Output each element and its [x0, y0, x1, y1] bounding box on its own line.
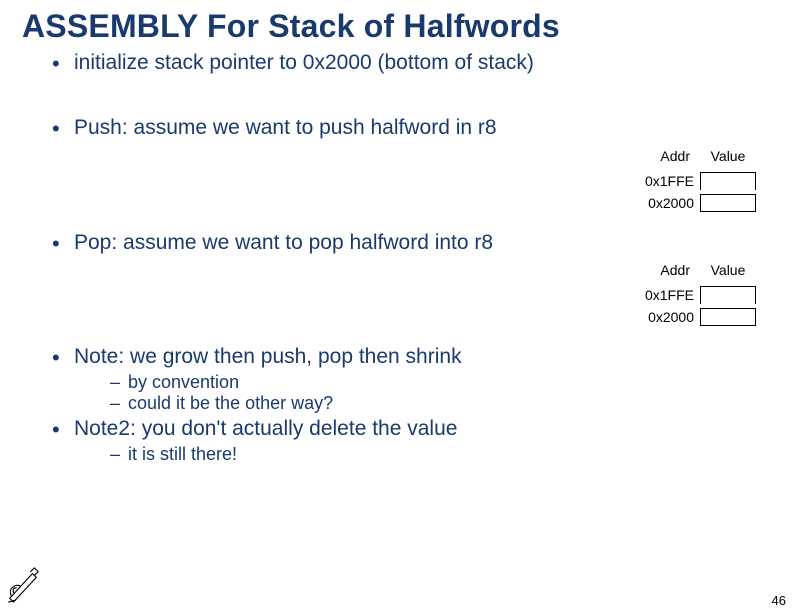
sub-stillthere: it is still there! — [110, 444, 770, 465]
page-number: 46 — [772, 593, 786, 608]
addr-cell: 0x2000 — [638, 309, 700, 325]
slide-title: ASSEMBLY For Stack of Halfwords — [0, 0, 792, 45]
value-cell — [700, 286, 756, 304]
bullet-note2-text: Note2: you don't actually delete the val… — [74, 417, 457, 440]
sub-otherway: could it be the other way? — [110, 393, 770, 414]
sublist-note2: it is still there! — [74, 444, 770, 465]
table-row: 0x2000 — [638, 306, 756, 328]
value-cell — [700, 172, 756, 190]
addr-cell: 0x2000 — [638, 195, 700, 211]
bullet-list-pop: Pop: assume we want to pop halfword into… — [22, 231, 770, 256]
sublist-note1: by convention could it be the other way? — [74, 372, 770, 413]
sub-convention: by convention — [110, 372, 770, 393]
writing-hand-icon — [4, 564, 42, 604]
bullet-init: initialize stack pointer to 0x2000 (bott… — [52, 51, 770, 76]
table-row: 0x2000 — [638, 192, 756, 214]
table-row: 0x1FFE — [638, 284, 756, 306]
bullet-list-push: Push: assume we want to push halfword in… — [22, 116, 770, 141]
bullet-note1: Note: we grow then push, pop then shrink… — [52, 345, 770, 413]
table-header-value: Value — [700, 262, 756, 278]
table-header-addr: Addr — [638, 148, 700, 164]
table-header-value: Value — [700, 148, 756, 164]
table-header-addr: Addr — [638, 262, 700, 278]
bullet-list-notes: Note: we grow then push, pop then shrink… — [22, 345, 770, 465]
bullet-push: Push: assume we want to push halfword in… — [52, 116, 770, 141]
addr-cell: 0x1FFE — [638, 173, 700, 189]
bullet-note2: Note2: you don't actually delete the val… — [52, 417, 770, 464]
value-cell — [700, 308, 756, 326]
bullet-note1-text: Note: we grow then push, pop then shrink — [74, 345, 462, 368]
table-row: 0x1FFE — [638, 170, 756, 192]
addr-cell: 0x1FFE — [638, 287, 700, 303]
slide-body: initialize stack pointer to 0x2000 (bott… — [0, 51, 792, 465]
bullet-list: initialize stack pointer to 0x2000 (bott… — [22, 51, 770, 76]
memory-table-pop: Addr Value 0x1FFE 0x2000 — [638, 262, 756, 328]
value-cell — [700, 194, 756, 212]
bullet-pop: Pop: assume we want to pop halfword into… — [52, 231, 770, 256]
memory-table-push: Addr Value 0x1FFE 0x2000 — [638, 148, 756, 214]
